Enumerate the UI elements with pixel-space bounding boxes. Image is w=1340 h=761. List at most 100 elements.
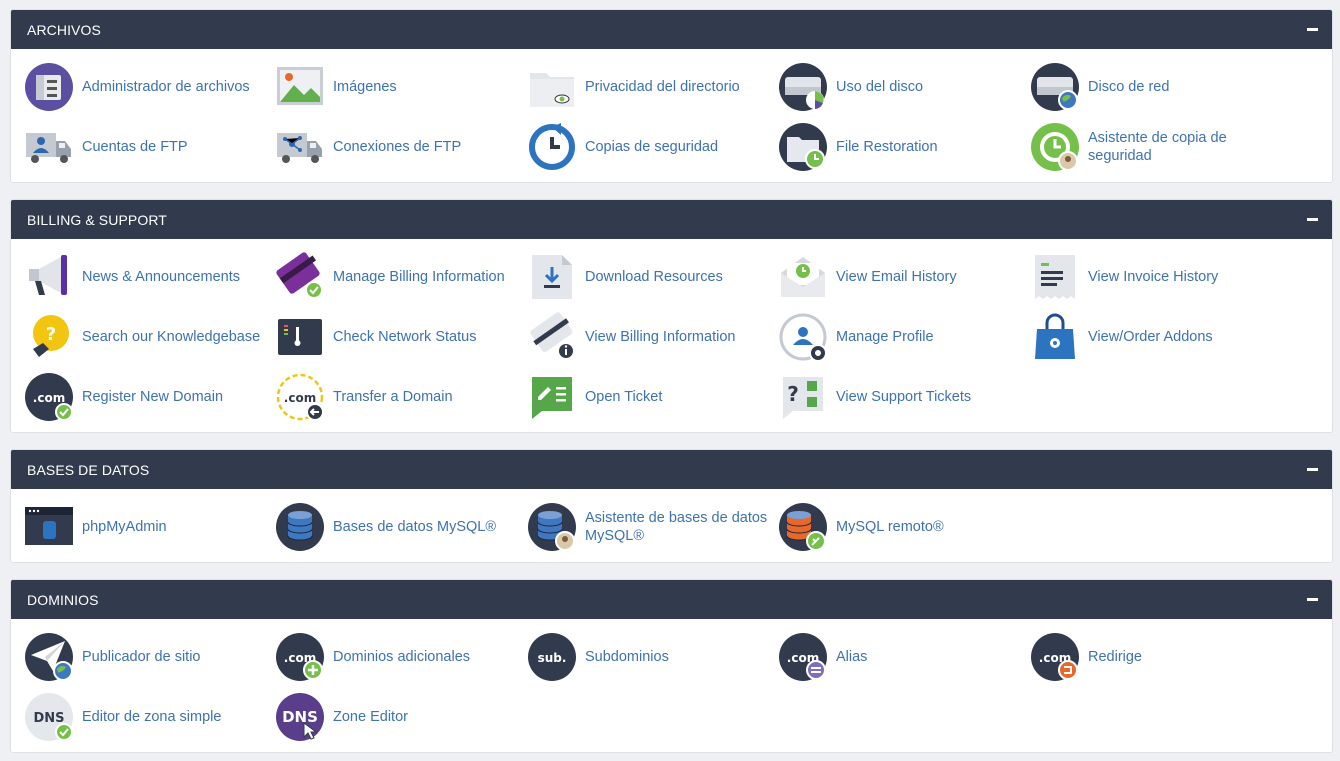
tool-item[interactable]: Conexiones de FTP <box>276 117 528 177</box>
tool-link[interactable]: Zone Editor <box>333 708 408 726</box>
invoice-icon <box>1031 253 1079 301</box>
tool-item[interactable]: View Invoice History <box>1031 247 1283 307</box>
tool-item[interactable]: View Email History <box>779 247 1031 307</box>
section-panel: BASES DE DATOS phpMyAdmin Bases de datos M… <box>10 449 1333 563</box>
site-publisher-icon <box>25 633 73 681</box>
tool-link[interactable]: Conexiones de FTP <box>333 138 461 156</box>
tool-link[interactable]: Alias <box>836 648 867 666</box>
tool-item[interactable]: .com Redirige <box>1031 627 1283 687</box>
tool-link[interactable]: File Restoration <box>836 138 938 156</box>
tool-link[interactable]: Cuentas de FTP <box>82 138 188 156</box>
tool-item[interactable]: Manage Billing Information <box>276 247 528 307</box>
tool-link[interactable]: News & Announcements <box>82 268 240 286</box>
tool-item[interactable]: Manage Profile <box>779 307 1031 367</box>
tool-item[interactable]: Publicador de sitio <box>25 627 276 687</box>
tool-link[interactable]: View/Order Addons <box>1088 328 1213 346</box>
shopping-bag-icon <box>1031 313 1079 361</box>
tool-link[interactable]: View Invoice History <box>1088 268 1218 286</box>
collapse-icon[interactable] <box>1307 28 1318 31</box>
collapse-icon[interactable] <box>1307 598 1318 601</box>
tool-link[interactable]: Search our Knowledgebase <box>82 328 260 346</box>
tool-link[interactable]: Editor de zona simple <box>82 708 221 726</box>
tool-item[interactable]: Uso del disco <box>779 57 1031 117</box>
collapse-icon[interactable] <box>1307 468 1318 471</box>
svg-text:sub.: sub. <box>538 651 567 665</box>
transfer-domain-icon: .com <box>276 373 324 421</box>
svg-text:DNS: DNS <box>33 711 64 726</box>
tool-grid: phpMyAdmin Bases de datos MySQL® Asistente… <box>11 489 1332 562</box>
tool-grid: News & Announcements Manage Billing Infor… <box>11 239 1332 432</box>
tool-item[interactable]: .com Register New Domain <box>25 367 276 427</box>
tool-link[interactable]: Open Ticket <box>585 388 662 406</box>
tool-link[interactable]: Asistente de copia de seguridad <box>1088 129 1273 165</box>
tool-item[interactable]: Bases de datos MySQL® <box>276 497 528 557</box>
tool-item[interactable]: File Restoration <box>779 117 1031 177</box>
tool-link[interactable]: Transfer a Domain <box>333 388 453 406</box>
section-header[interactable]: ARCHIVOS <box>11 10 1332 49</box>
tool-link[interactable]: Copias de seguridad <box>585 138 718 156</box>
tool-item[interactable]: .com Transfer a Domain <box>276 367 528 427</box>
redirects-icon: .com <box>1031 633 1079 681</box>
tool-item[interactable]: MySQL remoto® <box>779 497 1031 557</box>
tool-link[interactable]: View Billing Information <box>585 328 735 346</box>
tool-item[interactable]: Asistente de copia de seguridad <box>1031 117 1283 177</box>
tool-item[interactable]: Disco de red <box>1031 57 1283 117</box>
remote-mysql-icon <box>779 503 827 551</box>
tool-item[interactable]: DNS Zone Editor <box>276 687 528 747</box>
open-ticket-icon <box>528 373 576 421</box>
tool-item[interactable]: Administrador de archivos <box>25 57 276 117</box>
tool-item[interactable]: .com Alias <box>779 627 1031 687</box>
tool-item[interactable]: Copias de seguridad <box>528 117 779 177</box>
tool-item[interactable]: .com Dominios adicionales <box>276 627 528 687</box>
tool-link[interactable]: Administrador de archivos <box>82 78 250 96</box>
tool-item[interactable]: Privacidad del directorio <box>528 57 779 117</box>
tool-item[interactable]: sub. Subdominios <box>528 627 779 687</box>
tool-link[interactable]: View Email History <box>836 268 957 286</box>
tool-item[interactable]: Asistente de bases de datos MySQL® <box>528 497 779 557</box>
tool-link[interactable]: Dominios adicionales <box>333 648 470 666</box>
tool-link[interactable]: Download Resources <box>585 268 723 286</box>
credit-card-check-icon <box>276 252 324 301</box>
tool-item[interactable]: Check Network Status <box>276 307 528 367</box>
tool-item[interactable]: View Billing Information <box>528 307 779 367</box>
tool-link[interactable]: Register New Domain <box>82 388 223 406</box>
tool-link[interactable]: Manage Profile <box>836 328 934 346</box>
section-title: BILLING & SUPPORT <box>27 211 167 228</box>
tool-link[interactable]: Imágenes <box>333 78 397 96</box>
collapse-icon[interactable] <box>1307 218 1318 221</box>
tool-link[interactable]: MySQL remoto® <box>836 518 944 536</box>
tool-item[interactable]: Open Ticket <box>528 367 779 427</box>
tool-item[interactable]: DNS Editor de zona simple <box>25 687 276 747</box>
mysql-wizard-icon <box>528 503 576 551</box>
tool-link[interactable]: View Support Tickets <box>836 388 971 406</box>
tool-link[interactable]: Publicador de sitio <box>82 648 201 666</box>
tool-link[interactable]: Disco de red <box>1088 78 1169 96</box>
section-header[interactable]: BASES DE DATOS <box>11 450 1332 489</box>
tool-item[interactable]: Cuentas de FTP <box>25 117 276 177</box>
svg-text:?: ? <box>787 382 799 406</box>
web-disk-icon <box>1031 63 1079 111</box>
tool-link[interactable]: Bases de datos MySQL® <box>333 518 496 536</box>
section-header[interactable]: DOMINIOS <box>11 580 1332 619</box>
tool-item[interactable]: ? View Support Tickets <box>779 367 1031 427</box>
tool-link[interactable]: Asistente de bases de datos MySQL® <box>585 509 770 545</box>
tool-item[interactable]: Imágenes <box>276 57 528 117</box>
tool-link[interactable]: Check Network Status <box>333 328 476 346</box>
zone-editor-icon: DNS <box>276 693 324 741</box>
tool-item[interactable]: ? Search our Knowledgebase <box>25 307 276 367</box>
tool-link[interactable]: Manage Billing Information <box>333 268 505 286</box>
download-document-icon <box>528 253 576 301</box>
tool-link[interactable]: phpMyAdmin <box>82 518 167 536</box>
tool-item[interactable]: phpMyAdmin <box>25 497 276 557</box>
section-title: BASES DE DATOS <box>27 461 150 478</box>
tool-link[interactable]: Privacidad del directorio <box>585 78 740 96</box>
file-manager-icon <box>25 63 73 111</box>
lightbulb-question-icon: ? <box>25 313 73 361</box>
tool-item[interactable]: Download Resources <box>528 247 779 307</box>
tool-link[interactable]: Uso del disco <box>836 78 923 96</box>
tool-link[interactable]: Subdominios <box>585 648 669 666</box>
section-header[interactable]: BILLING & SUPPORT <box>11 200 1332 239</box>
tool-item[interactable]: View/Order Addons <box>1031 307 1283 367</box>
tool-item[interactable]: News & Announcements <box>25 247 276 307</box>
tool-link[interactable]: Redirige <box>1088 648 1142 666</box>
